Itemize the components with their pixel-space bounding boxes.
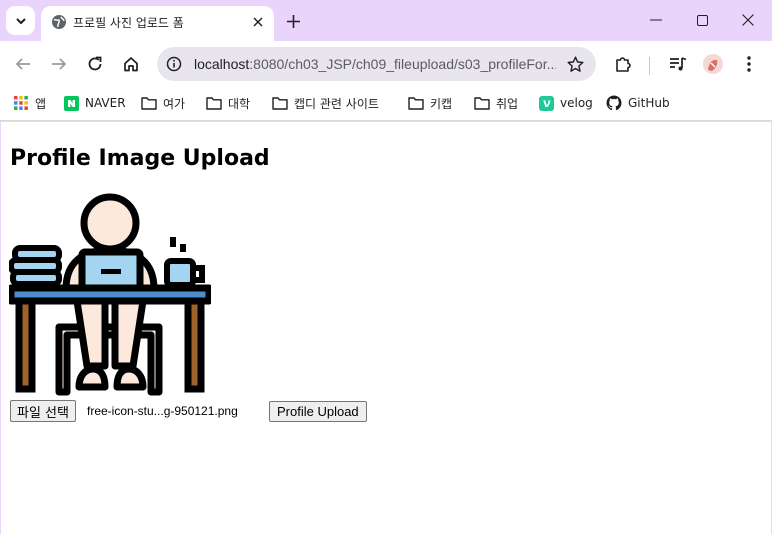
- tab-search-button[interactable]: [6, 6, 35, 35]
- maximize-button[interactable]: [679, 6, 725, 34]
- tab-close-button[interactable]: [249, 13, 267, 31]
- naver-icon: [63, 95, 79, 111]
- maximize-icon: [696, 14, 708, 26]
- minimize-icon: [650, 19, 662, 21]
- chevron-down-icon: [15, 17, 26, 24]
- bookmark-label: 키캡: [430, 96, 453, 111]
- url-text[interactable]: localhost:8080/ch03_JSP/ch09_fileupload/…: [194, 56, 556, 72]
- toolbar: localhost:8080/ch03_JSP/ch09_fileupload/…: [0, 41, 772, 87]
- address-bar[interactable]: localhost:8080/ch03_JSP/ch09_fileupload/…: [157, 47, 596, 81]
- new-tab-button[interactable]: [282, 10, 304, 32]
- bookmark-velog[interactable]: velog: [538, 93, 593, 113]
- page-content: Profile Image Upload 파일 선택 free-icon-stu…: [0, 122, 772, 534]
- apps-grid-icon: [13, 95, 29, 111]
- bookmark-label: NAVER: [85, 96, 126, 110]
- close-icon: [742, 14, 754, 26]
- profile-avatar[interactable]: [703, 54, 723, 74]
- arrow-left-icon: [15, 58, 30, 70]
- folder-icon: [141, 95, 157, 111]
- bookmark-folder-capstone[interactable]: 캡디 관련 사이트: [272, 93, 379, 113]
- globe-icon: [52, 15, 66, 29]
- bookmark-label: 캡디 관련 사이트: [294, 96, 379, 111]
- star-icon: [567, 56, 583, 72]
- menu-button[interactable]: [735, 50, 763, 78]
- velog-icon: [538, 95, 554, 111]
- bookmark-folder-university[interactable]: 대학: [206, 93, 250, 113]
- bookmark-github[interactable]: GitHub: [606, 93, 670, 113]
- toolbar-divider: [649, 57, 650, 75]
- info-icon: [166, 56, 182, 72]
- bookmark-folder-jobs[interactable]: 취업: [474, 93, 518, 113]
- extensions-button[interactable]: [609, 50, 637, 78]
- bookmark-label: 앱: [35, 96, 47, 111]
- bookmark-apps[interactable]: 앱: [13, 93, 46, 113]
- bookmark-folder-keycap[interactable]: 키캡: [408, 93, 452, 113]
- bookmark-label: 취업: [496, 96, 519, 111]
- page-title: Profile Image Upload: [10, 146, 270, 171]
- close-window-button[interactable]: [725, 6, 771, 34]
- folder-icon: [206, 95, 222, 111]
- plus-icon: [286, 14, 300, 28]
- bookmark-label: GitHub: [628, 96, 670, 110]
- home-icon: [124, 57, 138, 72]
- more-vertical-icon: [747, 56, 751, 72]
- folder-icon: [474, 95, 490, 111]
- bookmark-label: 대학: [228, 96, 251, 111]
- bookmark-folder-leisure[interactable]: 여가: [141, 93, 185, 113]
- choose-file-button[interactable]: 파일 선택: [10, 400, 76, 422]
- url-host: localhost: [194, 56, 250, 72]
- active-tab[interactable]: 프로필 사진 업로드 폼: [41, 6, 274, 41]
- home-button[interactable]: [117, 50, 145, 78]
- folder-icon: [272, 95, 288, 111]
- avatar-icon: [703, 54, 723, 74]
- site-info-button[interactable]: [162, 52, 186, 76]
- bookmarks-bar: 앱 NAVER 여가 대학 캡디 관련 사이트 키캡 취업 velog GitH…: [0, 87, 772, 121]
- reload-icon: [88, 56, 102, 71]
- playlist-icon: [670, 57, 687, 71]
- selected-file-name: free-icon-stu...g-950121.png: [87, 404, 238, 418]
- minimize-button[interactable]: [633, 6, 679, 34]
- forward-button[interactable]: [45, 50, 73, 78]
- reload-button[interactable]: [81, 50, 109, 78]
- media-control-button[interactable]: [664, 50, 692, 78]
- url-path: :8080/ch03_JSP/ch09_fileupload/s03_profi…: [249, 56, 556, 72]
- bookmark-naver[interactable]: NAVER: [63, 93, 126, 113]
- profile-image: [9, 193, 211, 396]
- tab-title: 프로필 사진 업로드 폼: [73, 16, 184, 30]
- github-icon: [606, 95, 622, 111]
- arrow-right-icon: [52, 58, 67, 70]
- profile-upload-button[interactable]: Profile Upload: [269, 401, 367, 422]
- tab-strip: 프로필 사진 업로드 폼: [0, 0, 772, 41]
- close-icon: [253, 17, 263, 27]
- back-button[interactable]: [9, 50, 37, 78]
- bookmark-label: 여가: [163, 96, 186, 111]
- puzzle-icon: [616, 57, 631, 72]
- folder-icon: [408, 95, 424, 111]
- bookmark-label: velog: [560, 96, 593, 110]
- bookmark-star-button[interactable]: [564, 53, 586, 75]
